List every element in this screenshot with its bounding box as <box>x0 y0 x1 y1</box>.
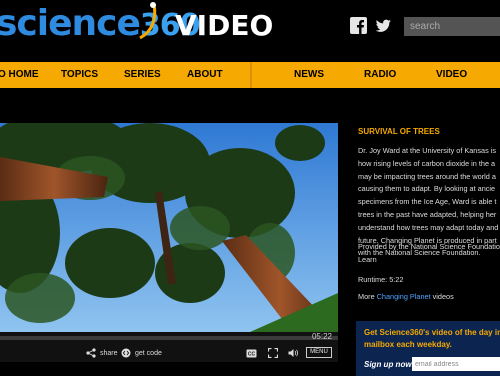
nav-item-radio[interactable]: RADIO <box>364 62 396 88</box>
cc-button[interactable]: CC <box>246 346 257 360</box>
svg-text:CC: CC <box>248 351 256 357</box>
story-line: may be impacting trees around the world … <box>358 171 496 181</box>
story-line: Dr. Joy Ward at the University of Kansas… <box>358 146 497 155</box>
video-player[interactable]: 05:22 share get code CC MENU <box>0 123 338 362</box>
signup-label: Sign up now! <box>364 360 415 369</box>
control-row: share get code CC MENU <box>0 346 338 360</box>
social-links <box>350 17 392 34</box>
provided-line: Provided by the National Science Foundat… <box>358 242 500 251</box>
fullscreen-button[interactable] <box>268 346 278 360</box>
story-line: how rising levels of carbon dioxide in t… <box>358 158 496 168</box>
progress-bar[interactable]: 05:22 <box>0 332 338 341</box>
search-input[interactable] <box>404 17 500 36</box>
nav-item-news[interactable]: NEWS <box>294 62 324 88</box>
email-field[interactable] <box>412 357 500 371</box>
signup-headline: Get Science360's video of the day in y m… <box>364 327 500 351</box>
series-link[interactable]: Changing Planet <box>377 292 431 301</box>
logo-word: science <box>0 3 141 44</box>
story-line: understand how trees may adapt today and <box>358 222 499 232</box>
provided-by: Provided by the National Science Foundat… <box>358 241 500 267</box>
nav-item-topics[interactable]: TOPICS <box>61 62 98 88</box>
nav-item-about[interactable]: ABOUT <box>187 62 223 88</box>
newsletter-signup: Get Science360's video of the day in y m… <box>356 321 500 376</box>
closed-captions-icon: CC <box>246 349 257 357</box>
story-title: SURVIVAL OF TREES <box>358 127 440 136</box>
story-line: causing them to adapt. By looking at anc… <box>358 184 496 194</box>
story-line: trees in the past have adapted, helping … <box>358 209 497 219</box>
player-controls: 05:22 share get code CC MENU <box>0 332 338 362</box>
more-suffix: videos <box>430 292 454 301</box>
volume-icon <box>288 349 299 357</box>
signup-headline-line: mailbox each weekday. <box>364 340 452 349</box>
signup-headline-line: Get Science360's video of the day in y <box>364 328 500 337</box>
share-icon <box>86 348 96 358</box>
science360-logo[interactable]: science 360 <box>0 2 201 46</box>
volume-button[interactable] <box>288 346 299 360</box>
share-button[interactable]: share <box>86 346 118 360</box>
more-prefix: More <box>358 292 377 301</box>
share-label: share <box>100 349 118 357</box>
code-icon <box>121 348 131 358</box>
story-line: specimens from the Ice Age, Ward is able… <box>358 197 497 207</box>
more-videos: More Changing Planet videos <box>358 292 454 301</box>
get-code-label: get code <box>135 349 162 357</box>
nav-item-home[interactable]: O HOME <box>0 62 39 88</box>
section-title: VIDEO <box>175 9 274 42</box>
video-frame[interactable] <box>0 123 338 332</box>
menu-button[interactable]: MENU <box>306 347 332 358</box>
fullscreen-icon <box>268 348 278 358</box>
logo-swoosh-icon <box>139 2 157 40</box>
time-display: 05:22 <box>311 332 332 341</box>
site-header: science 360 VIDEO <box>0 0 500 58</box>
nav-item-video[interactable]: VIDEO <box>436 62 467 88</box>
runtime: Runtime: 5:22 <box>358 275 404 284</box>
facebook-icon[interactable] <box>350 17 367 34</box>
nav-divider <box>250 62 252 88</box>
nav-item-series[interactable]: SERIES <box>124 62 161 88</box>
provided-line-learn[interactable]: Learn <box>358 254 500 267</box>
twitter-icon[interactable] <box>375 17 392 34</box>
get-code-button[interactable]: get code <box>121 346 162 360</box>
